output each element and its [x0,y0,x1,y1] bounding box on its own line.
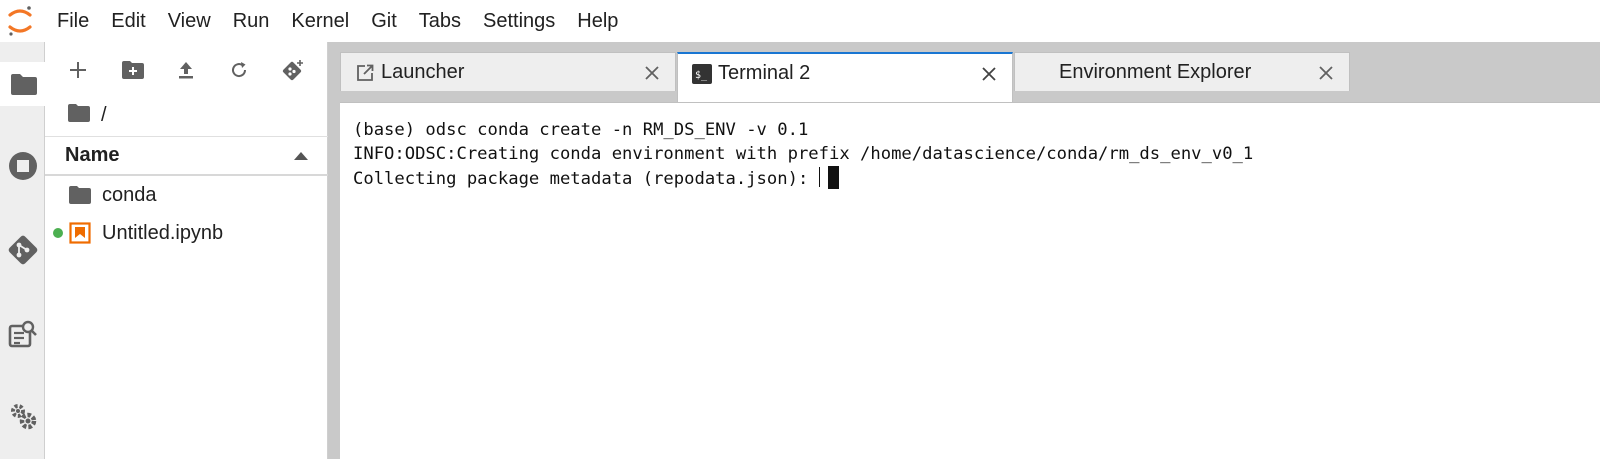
git-clone-icon[interactable] [275,52,311,88]
sort-ascending-icon[interactable] [294,151,308,160]
menu-git[interactable]: Git [360,0,408,42]
name-column-header[interactable]: Name [65,144,119,167]
terminal-icon: $_ [692,64,712,84]
tab-label: Environment Explorer [1059,61,1252,83]
file-list-header[interactable]: Name [45,136,328,176]
terminal-output[interactable]: (base) odsc conda create -n RM_DS_ENV -v… [340,102,1600,459]
file-browser: / Name conda Untitled.ipynb [45,42,328,459]
refresh-icon[interactable] [221,52,257,88]
main-menu: File Edit View Run Kernel Git Tabs Setti… [57,0,629,42]
tab-label: Launcher [381,61,465,83]
property-inspector-icon[interactable] [0,312,45,356]
notebook-icon [68,222,92,244]
tab-bar: Launcher $_ Terminal 2 Environment Explo… [328,42,1600,102]
close-icon[interactable] [641,62,663,84]
tab-environment-explorer[interactable]: Environment Explorer [1014,52,1350,91]
menu-edit[interactable]: Edit [100,0,156,42]
folder-icon[interactable] [0,62,45,106]
menu-help[interactable]: Help [566,0,629,42]
terminal-line: (base) odsc conda create -n RM_DS_ENV -v… [353,120,809,140]
home-folder-icon[interactable] [67,103,91,128]
close-icon[interactable] [978,63,1000,85]
list-item[interactable]: Untitled.ipynb [45,214,328,252]
running-indicator [53,228,63,238]
folder-icon [68,184,92,206]
activity-bar [0,42,45,459]
tab-label: Terminal 2 [718,62,811,84]
upload-icon[interactable] [168,52,204,88]
extension-settings-icon[interactable] [0,394,45,438]
git-icon[interactable] [0,228,45,272]
tab-launcher[interactable]: Launcher [340,52,676,91]
svg-text:$_: $_ [695,70,708,81]
main-area: Launcher $_ Terminal 2 Environment Explo… [328,42,1600,459]
new-folder-icon[interactable] [115,52,151,88]
terminal-line: Collecting package metadata (repodata.js… [353,166,1587,192]
menu-file[interactable]: File [57,0,100,42]
breadcrumb: / [67,100,107,130]
terminal-cursor [827,166,839,189]
menu-view[interactable]: View [157,0,222,42]
menu-settings[interactable]: Settings [472,0,566,42]
tab-terminal-2[interactable]: $_ Terminal 2 [677,52,1013,102]
close-icon[interactable] [1315,62,1337,84]
launcher-icon [355,63,375,83]
menu-kernel[interactable]: Kernel [280,0,360,42]
file-name: conda [102,184,157,206]
file-name: Untitled.ipynb [102,222,224,244]
breadcrumb-root[interactable]: / [101,104,107,127]
file-browser-toolbar [45,52,328,88]
menu-tabs[interactable]: Tabs [408,0,472,42]
menu-bar: File Edit View Run Kernel Git Tabs Setti… [0,0,1600,42]
list-item[interactable]: conda [45,176,328,214]
spinner-glyph [818,167,820,187]
terminal-line: INFO:ODSC:Creating conda environment wit… [353,143,1254,164]
new-launcher-icon[interactable] [60,52,96,88]
jupyter-logo-icon[interactable] [0,0,40,42]
stop-circle-icon[interactable] [0,144,45,188]
menu-run[interactable]: Run [222,0,281,42]
terminal-line-text: Collecting package metadata (repodata.js… [353,169,819,189]
